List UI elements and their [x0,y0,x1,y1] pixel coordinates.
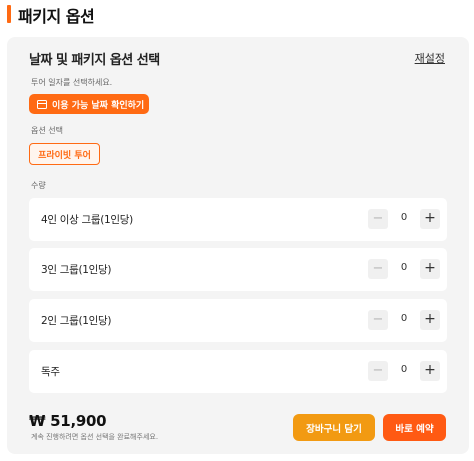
options-panel: 날짜 및 패키지 옵션 선택 재설정 투어 일자를 선택하세요. 이용 가능 날… [7,37,469,454]
quantity-value: 0 [400,212,408,223]
quantity-value: 0 [400,313,408,324]
title-accent-bar [7,5,11,23]
quantity-row-label: 3인 그룹(1인당) [41,264,112,276]
quantity-row: 4인 이상 그룹(1인당) − 0 + [29,198,447,241]
option-chip-private-tour[interactable]: 프라이빗 투어 [29,143,100,165]
quantity-row-label: 2인 그룹(1인당) [41,315,112,327]
minus-button[interactable]: − [368,209,388,229]
quantity-row: 2인 그룹(1인당) − 0 + [29,299,447,342]
quantity-stepper: − 0 + [368,259,440,279]
plus-button[interactable]: + [420,209,440,229]
book-now-button[interactable]: 바로 예약 [383,414,446,441]
quantity-row: 독주 − 0 + [29,350,447,393]
quantity-label: 수량 [31,181,46,190]
add-to-cart-button[interactable]: 장바구니 담기 [293,414,375,441]
option-select-label: 옵션 선택 [31,126,63,135]
quantity-stepper: − 0 + [368,361,440,381]
check-dates-button[interactable]: 이용 가능 날짜 확인하기 [29,94,149,114]
date-hint: 투어 일자를 선택하세요. [31,78,113,87]
calendar-icon [37,99,47,109]
section-header: 패키지 옵션 [0,0,474,30]
section-title: 패키지 옵션 [18,7,95,26]
quantity-stepper: − 0 + [368,209,440,229]
quantity-row-label: 독주 [41,366,60,378]
quantity-row-label: 4인 이상 그룹(1인당) [41,214,133,226]
plus-button[interactable]: + [420,259,440,279]
total-price: ₩ 51,900 [29,412,107,430]
check-dates-label: 이용 가능 날짜 확인하기 [52,100,145,111]
panel-title: 날짜 및 패키지 옵션 선택 [29,53,160,68]
plus-button[interactable]: + [420,310,440,330]
minus-button[interactable]: − [368,310,388,330]
price-note: 계속 진행하려면 옵션 선택을 완료해주세요. [31,433,159,441]
quantity-value: 0 [400,262,408,273]
plus-button[interactable]: + [420,361,440,381]
reset-link[interactable]: 재설정 [415,50,445,66]
quantity-value: 0 [400,364,408,375]
quantity-row: 3인 그룹(1인당) − 0 + [29,248,447,291]
minus-button[interactable]: − [368,259,388,279]
minus-button[interactable]: − [368,361,388,381]
quantity-stepper: − 0 + [368,310,440,330]
